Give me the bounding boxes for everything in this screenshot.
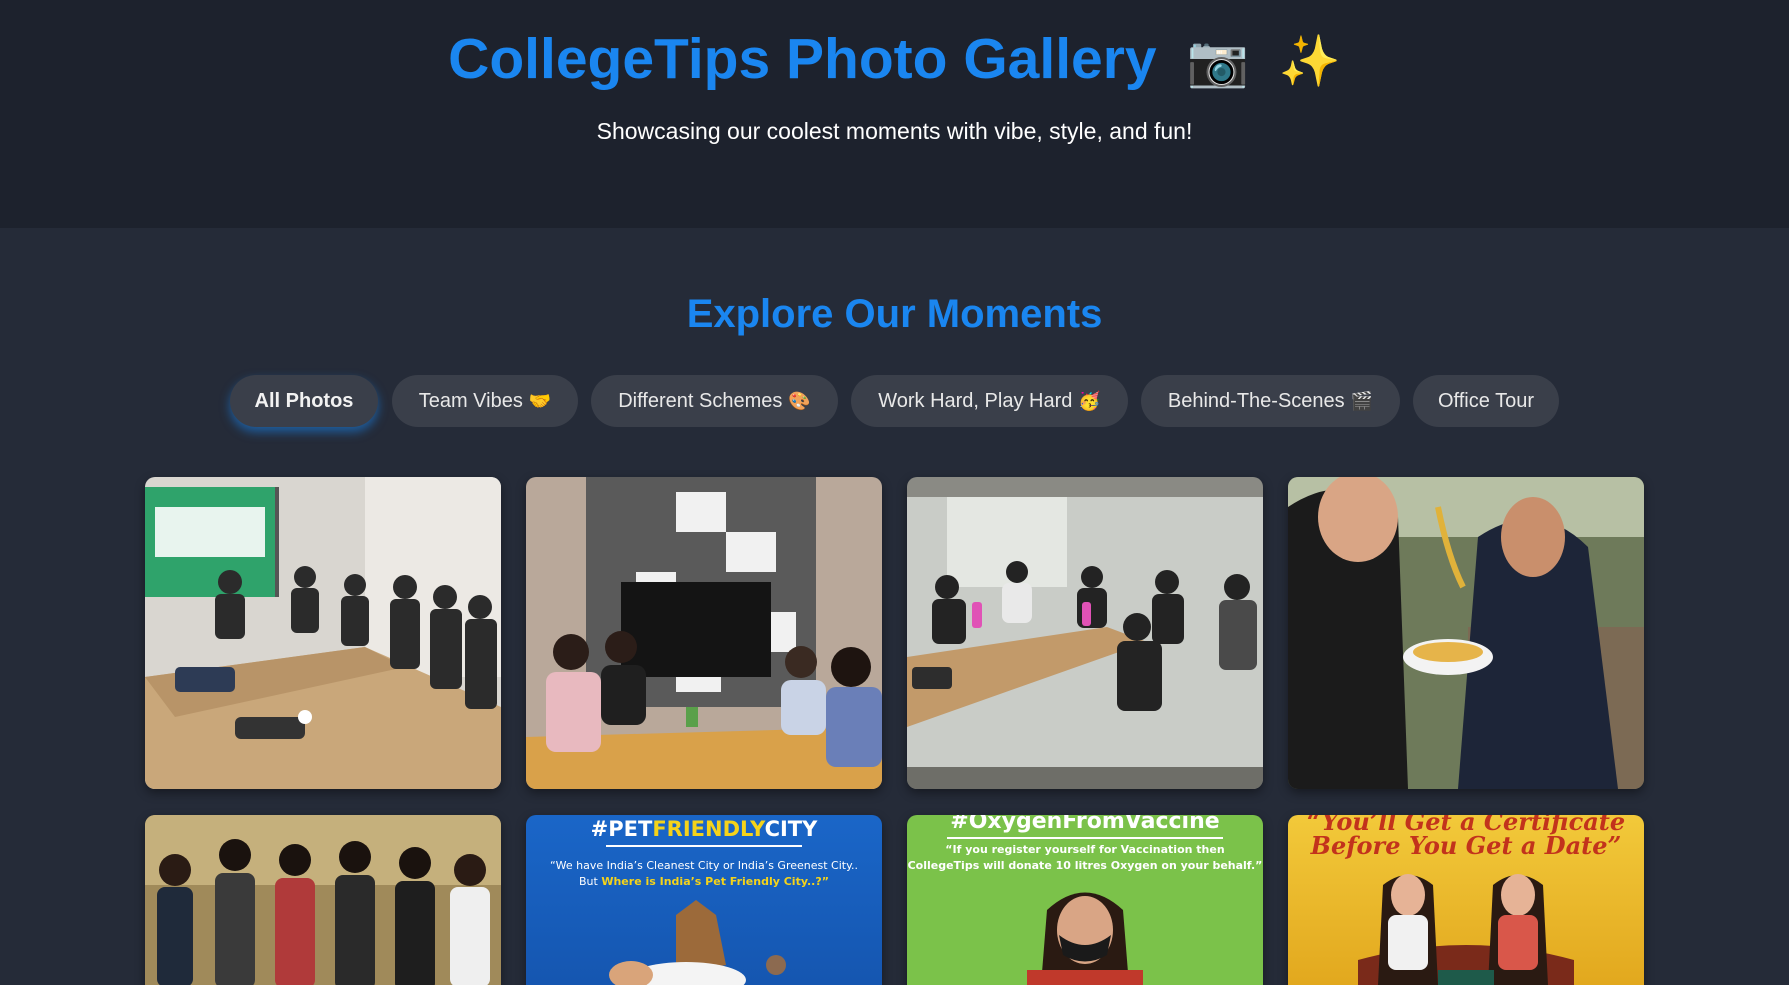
photo-small-meeting[interactable]: [526, 477, 882, 789]
filter-label: Team Vibes: [418, 390, 523, 412]
poster-quote-line-2: But Where is India’s Pet Friendly City..…: [526, 875, 882, 888]
photo-group[interactable]: [145, 815, 501, 985]
photo-image: [526, 477, 882, 789]
camera-icon: 📷: [1186, 33, 1249, 89]
filter-work-hard-play-hard[interactable]: Work Hard, Play Hard 🥳: [851, 375, 1128, 427]
filter-behind-the-scenes[interactable]: Behind-The-Scenes 🎬: [1141, 375, 1400, 427]
poster-divider: [606, 845, 802, 847]
photo-oxygen-poster[interactable]: #OxygenFromVaccine “If you register your…: [907, 815, 1263, 985]
photo-image: [145, 477, 501, 789]
photo-meeting-room[interactable]: [145, 477, 501, 789]
filter-office-tour[interactable]: Office Tour: [1413, 375, 1559, 427]
two-women-illustration: [1358, 874, 1574, 985]
handshake-icon: 🤝: [528, 391, 552, 411]
photo-image: [145, 815, 501, 985]
poster-quote-part: But: [579, 875, 602, 888]
photo-certificate-poster[interactable]: “You’ll Get a Certificate Before You Get…: [1288, 815, 1644, 985]
filter-label: Behind-The-Scenes: [1167, 390, 1345, 412]
animals-illustration: [609, 900, 786, 985]
filter-label: Different Schemes: [618, 390, 783, 412]
site-title: CollegeTips Photo Gallery 📷 ✨: [0, 24, 1789, 96]
site-title-text: CollegeTips Photo Gallery: [448, 27, 1157, 91]
photo-image: [1288, 477, 1644, 789]
clapperboard-icon: 🎬: [1350, 391, 1374, 411]
photo-pet-friendly-poster[interactable]: #PETFRIENDLYCITY “We have India’s Cleane…: [526, 815, 882, 985]
poster-heading: #PETFRIENDLYCITY: [526, 817, 882, 841]
poster-line-2: CollegeTips will donate 10 litres Oxygen…: [907, 859, 1263, 872]
poster-line-1: “If you register yourself for Vaccinatio…: [945, 843, 1225, 856]
poster-line-2: Before You Get a Date”: [1310, 831, 1622, 860]
photo-outdoor-food[interactable]: [1288, 477, 1644, 789]
poster-heading-part: #PET: [590, 817, 653, 841]
masked-person-illustration: [1027, 892, 1143, 985]
filter-all-photos[interactable]: All Photos: [230, 375, 378, 427]
filter-bar: All Photos Team Vibes 🤝 Different Schemes…: [0, 375, 1789, 427]
sparkles-icon: ✨: [1278, 33, 1341, 89]
section-title: Explore Our Moments: [686, 292, 1103, 336]
site-subtitle: Showcasing our coolest moments with vibe…: [596, 118, 1193, 144]
poster-heading-part: CITY: [764, 817, 818, 841]
page-header: CollegeTips Photo Gallery 📷 ✨ Showcasing…: [0, 0, 1789, 228]
filter-label: Work Hard, Play Hard: [878, 390, 1073, 412]
filter-label: Office Tour: [1438, 390, 1534, 412]
poster-quote-part: Where is India’s Pet Friendly City..?”: [601, 875, 829, 888]
poster-heading: #OxygenFromVaccine: [950, 815, 1220, 834]
palette-icon: 🎨: [788, 391, 811, 411]
filter-team-vibes[interactable]: Team Vibes 🤝: [392, 375, 578, 427]
poster-quote-line-1: “We have India’s Cleanest City or India’…: [549, 859, 859, 872]
poster-heading-part: FRIENDLY: [652, 817, 765, 841]
filter-different-schemes[interactable]: Different Schemes 🎨: [591, 375, 838, 427]
photo-team-table[interactable]: [907, 477, 1263, 789]
party-face-icon: 🥳: [1078, 391, 1101, 411]
filter-label: All Photos: [254, 390, 354, 412]
poster-divider: [947, 837, 1223, 839]
photo-image: [907, 477, 1263, 789]
